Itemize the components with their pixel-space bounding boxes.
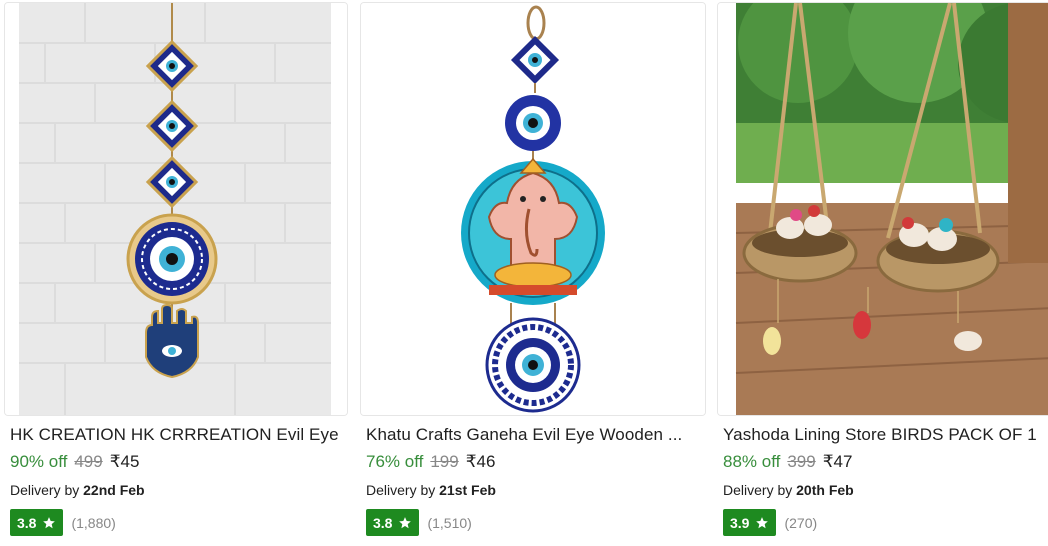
rating-row: 3.9 (270) — [723, 509, 1048, 536]
delivery-date: 22nd Feb — [83, 482, 145, 498]
delivery-prefix: Delivery by — [366, 482, 440, 498]
rating-count: (1,880) — [71, 514, 116, 531]
rating-count: (1,510) — [427, 514, 472, 531]
product-card[interactable]: Khatu Crafts Ganeha Evil Eye Wooden ... … — [356, 0, 710, 546]
product-title[interactable]: Khatu Crafts Ganeha Evil Eye Wooden ... — [366, 424, 710, 446]
star-icon — [399, 516, 412, 528]
product-image[interactable] — [360, 2, 706, 416]
rating-count: (270) — [784, 514, 818, 531]
rating-row: 3.8 (1,510) — [366, 509, 710, 536]
product-info: HK CREATION HK CRRREATION Evil Eye 90% o… — [10, 424, 352, 536]
price-row: 90% off 499 ₹45 — [10, 451, 352, 473]
product-grid: HK CREATION HK CRRREATION Evil Eye 90% o… — [0, 0, 1048, 546]
product-title[interactable]: HK CREATION HK CRRREATION Evil Eye — [10, 424, 352, 446]
rating-value: 3.9 — [730, 514, 750, 531]
selling-price: ₹47 — [822, 452, 853, 471]
product-image[interactable] — [4, 2, 348, 416]
delivery-info: Delivery by 20th Feb — [723, 481, 1048, 499]
delivery-info: Delivery by 22nd Feb — [10, 481, 352, 499]
delivery-prefix: Delivery by — [10, 482, 84, 498]
product-image[interactable] — [717, 2, 1048, 416]
rating-badge: 3.8 — [366, 509, 420, 536]
selling-price: ₹46 — [465, 452, 496, 471]
star-icon — [43, 516, 56, 528]
original-price: 499 — [74, 452, 103, 471]
rating-value: 3.8 — [373, 514, 393, 531]
rating-value: 3.8 — [17, 514, 37, 531]
delivery-prefix: Delivery by — [723, 482, 797, 498]
evil-eye-hamsa-icon — [5, 3, 347, 415]
selling-price: ₹45 — [109, 452, 140, 471]
product-info: Khatu Crafts Ganeha Evil Eye Wooden ... … — [366, 424, 710, 536]
birds-nest-icon — [718, 3, 1048, 415]
original-price: 399 — [787, 452, 816, 471]
price-row: 88% off 399 ₹47 — [723, 451, 1048, 473]
discount-label: 90% off — [10, 452, 68, 471]
rating-badge: 3.8 — [10, 509, 64, 536]
delivery-info: Delivery by 21st Feb — [366, 481, 710, 499]
price-row: 76% off 199 ₹46 — [366, 451, 710, 473]
ganesha-evil-eye-icon — [361, 3, 705, 415]
delivery-date: 20th Feb — [796, 482, 854, 498]
product-card[interactable]: HK CREATION HK CRRREATION Evil Eye 90% o… — [0, 0, 352, 546]
delivery-date: 21st Feb — [439, 482, 496, 498]
product-title[interactable]: Yashoda Lining Store BIRDS PACK OF 1 — [723, 424, 1048, 446]
star-icon — [756, 516, 769, 528]
discount-label: 76% off — [366, 452, 424, 471]
rating-badge: 3.9 — [723, 509, 777, 536]
product-card[interactable]: Yashoda Lining Store BIRDS PACK OF 1 88%… — [713, 0, 1048, 546]
product-info: Yashoda Lining Store BIRDS PACK OF 1 88%… — [723, 424, 1048, 536]
discount-label: 88% off — [723, 452, 781, 471]
rating-row: 3.8 (1,880) — [10, 509, 352, 536]
original-price: 199 — [430, 452, 459, 471]
